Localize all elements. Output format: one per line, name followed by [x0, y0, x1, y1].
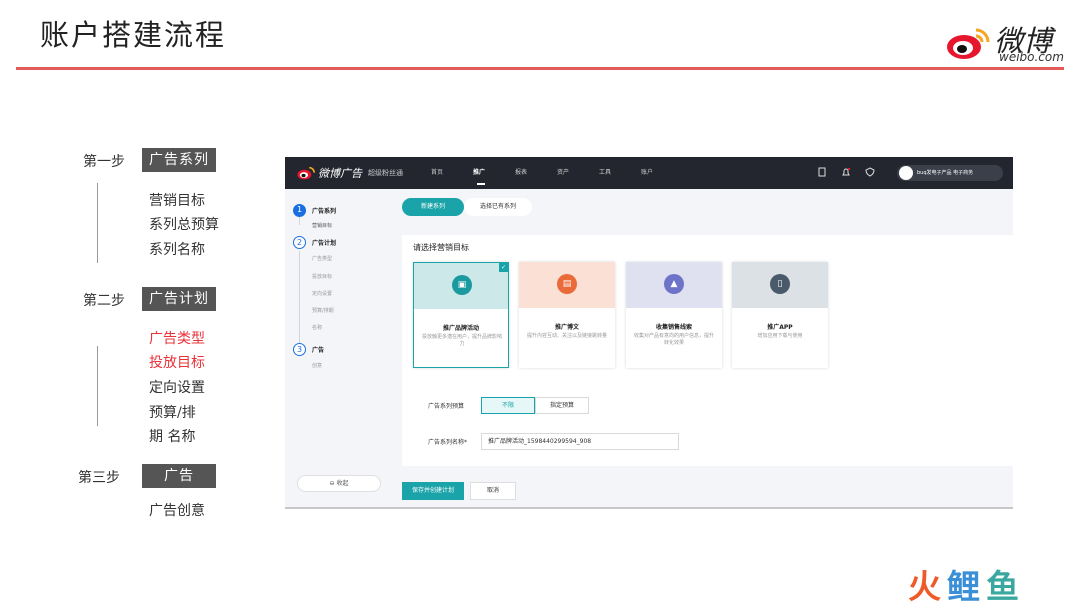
app-brand: 微博广告: [318, 167, 362, 180]
app-sidebar: 1 广告系列 营销目标 2 广告计划 广告类型 投放目标 定向设置 预算/排期 …: [285, 189, 391, 507]
bell-icon[interactable]: [841, 167, 851, 177]
step-2-item: 预算/排: [149, 405, 196, 421]
watermark-char: 鲤: [947, 567, 986, 606]
sidebar-step-label: 广告计划: [312, 240, 337, 247]
sidebar-step-label: 广告系列: [312, 208, 337, 215]
step-3-chip: 广告: [142, 464, 216, 488]
slide-title: 账户搭建流程: [40, 18, 227, 52]
step-2-line: [97, 346, 98, 426]
cancel-button[interactable]: 取消: [470, 482, 516, 500]
weibo-logo-en: weibo.com: [999, 50, 1064, 64]
check-icon: ✓: [499, 263, 508, 272]
step-1-line: [97, 183, 98, 263]
tab-new-series[interactable]: 新建系列: [402, 198, 464, 216]
goal-card-app[interactable]: ▯ 推广APP 增加应用下载与使用: [732, 262, 828, 368]
sidebar-step-1[interactable]: 1 广告系列: [293, 204, 389, 218]
app-subbrand: 超级粉丝通: [368, 169, 403, 177]
app-logo[interactable]: 微博广告 超级粉丝通: [297, 165, 403, 181]
series-name-input[interactable]: 推广品牌活动_1598440299594_908: [481, 433, 679, 450]
app-screenshot: 微博广告 超级粉丝通 首页 推广 报表 资产 工具 账户 buq发电子产品 电子…: [285, 157, 1013, 509]
nav-assets[interactable]: 资产: [557, 157, 599, 189]
document-icon[interactable]: [817, 167, 827, 177]
step-number: 1: [293, 204, 306, 217]
watermark-char: 火: [908, 567, 947, 606]
goal-title: 推广品牌活动: [442, 325, 479, 332]
header-divider: [16, 67, 1064, 70]
watermark-char: 鱼: [986, 567, 1025, 606]
nav-account[interactable]: 账户: [641, 157, 683, 189]
user-menu[interactable]: buq发电子产品 电子商务: [897, 165, 1003, 181]
step-1-item: 系列名称: [149, 242, 205, 258]
nav-reports[interactable]: 报表: [515, 157, 557, 189]
step-number: 2: [293, 236, 306, 249]
budget-unlimited-option[interactable]: 不限: [481, 397, 535, 414]
sidebar-sub-item[interactable]: 名称: [312, 324, 322, 331]
step-1-label: 第一步: [83, 154, 125, 170]
weibo-eye-icon: [297, 166, 315, 180]
leads-icon: ▲: [664, 274, 684, 294]
top-nav: 首页 推广 报表 资产 工具 账户: [431, 157, 683, 189]
weibo-logo: 微博 weibo.com: [944, 14, 1064, 64]
user-name: buq发电子产品 电子商务: [917, 170, 974, 176]
budget-label: 广告系列预算: [428, 403, 465, 410]
step-3-item: 广告创意: [149, 503, 205, 519]
tab-existing-series[interactable]: 选择已有系列: [464, 198, 532, 216]
collapse-label: 收起: [336, 480, 349, 487]
goal-desc: 提升内容互动、关注以及链接跳转量: [527, 333, 608, 339]
goal-card-brand[interactable]: ▣ ✓ 推广品牌活动 投放触更多潜在用户，提升品牌影响力: [413, 262, 509, 368]
budget-specified-option[interactable]: 指定预算: [535, 397, 589, 414]
nav-home[interactable]: 首页: [431, 157, 473, 189]
goal-title: 收集销售线索: [655, 324, 692, 331]
weibo-eye-icon: [947, 28, 990, 59]
step-3-label: 第三步: [78, 470, 120, 486]
goal-desc: 收集对产品有意向的用户信息，提升转化效果: [634, 333, 715, 346]
step-2-chip: 广告计划: [142, 287, 216, 311]
section-title: 请选择营销目标: [413, 243, 469, 252]
goal-desc: 增加应用下载与使用: [757, 333, 803, 339]
step-2-label: 第二步: [83, 293, 125, 309]
sidebar-connector: [299, 251, 300, 349]
step-number: 3: [293, 343, 306, 356]
goal-title: 推广博文: [554, 324, 579, 331]
step-1-item: 营销目标: [149, 193, 205, 209]
sidebar-sub-item[interactable]: 定向设置: [312, 290, 332, 297]
phone-icon: ▯: [770, 274, 790, 294]
main-content: 选择已有系列 新建系列 请选择营销目标 ▣ ✓ 推广品牌活动 投放触更多潜在用户…: [402, 198, 1013, 468]
step-2-item: 定向设置: [149, 380, 205, 396]
watermark-logo: 火鲤鱼: [908, 560, 1025, 608]
goal-desc: 投放触更多潜在用户，提升品牌影响力: [422, 334, 503, 347]
form-card: 请选择营销目标 ▣ ✓ 推广品牌活动 投放触更多潜在用户，提升品牌影响力 ▤ 推…: [402, 235, 1013, 466]
nav-promote[interactable]: 推广: [473, 157, 515, 189]
step-2-item: 投放目标: [149, 355, 205, 371]
step-2-item: 期 名称: [149, 429, 196, 445]
sidebar-sub-item[interactable]: 预算/排期: [312, 307, 334, 314]
sidebar-sub-item[interactable]: 广告类型: [312, 255, 332, 262]
step-1-item: 系列总预算: [149, 217, 219, 233]
shield-icon[interactable]: [865, 167, 875, 177]
collapse-button[interactable]: ⊖ 收起: [297, 475, 381, 492]
goal-card-leads[interactable]: ▲ 收集销售线索 收集对产品有意向的用户信息，提升转化效果: [626, 262, 722, 368]
nav-tools[interactable]: 工具: [599, 157, 641, 189]
save-and-create-plan-button[interactable]: 保存并创建计划: [402, 482, 464, 500]
sidebar-sub-item[interactable]: 投放目标: [312, 273, 332, 280]
brand-icon: ▣: [452, 275, 472, 295]
post-icon: ▤: [557, 274, 577, 294]
goal-title: 推广APP: [767, 324, 793, 331]
series-name-label: 广告系列名称*: [428, 439, 468, 446]
app-topbar: 微博广告 超级粉丝通 首页 推广 报表 资产 工具 账户 buq发电子产品 电子…: [285, 157, 1013, 189]
step-1-chip: 广告系列: [142, 148, 216, 172]
sidebar-sub-item[interactable]: 营销目标: [312, 222, 332, 229]
goal-card-post[interactable]: ▤ 推广博文 提升内容互动、关注以及链接跳转量: [519, 262, 615, 368]
sidebar-sub-item[interactable]: 创意: [312, 362, 322, 369]
sidebar-step-label: 广告: [312, 347, 325, 354]
avatar: [899, 166, 913, 180]
step-2-item: 广告类型: [149, 331, 205, 347]
sidebar-step-2[interactable]: 2 广告计划: [293, 236, 389, 250]
sidebar-step-3[interactable]: 3 广告: [293, 343, 389, 357]
